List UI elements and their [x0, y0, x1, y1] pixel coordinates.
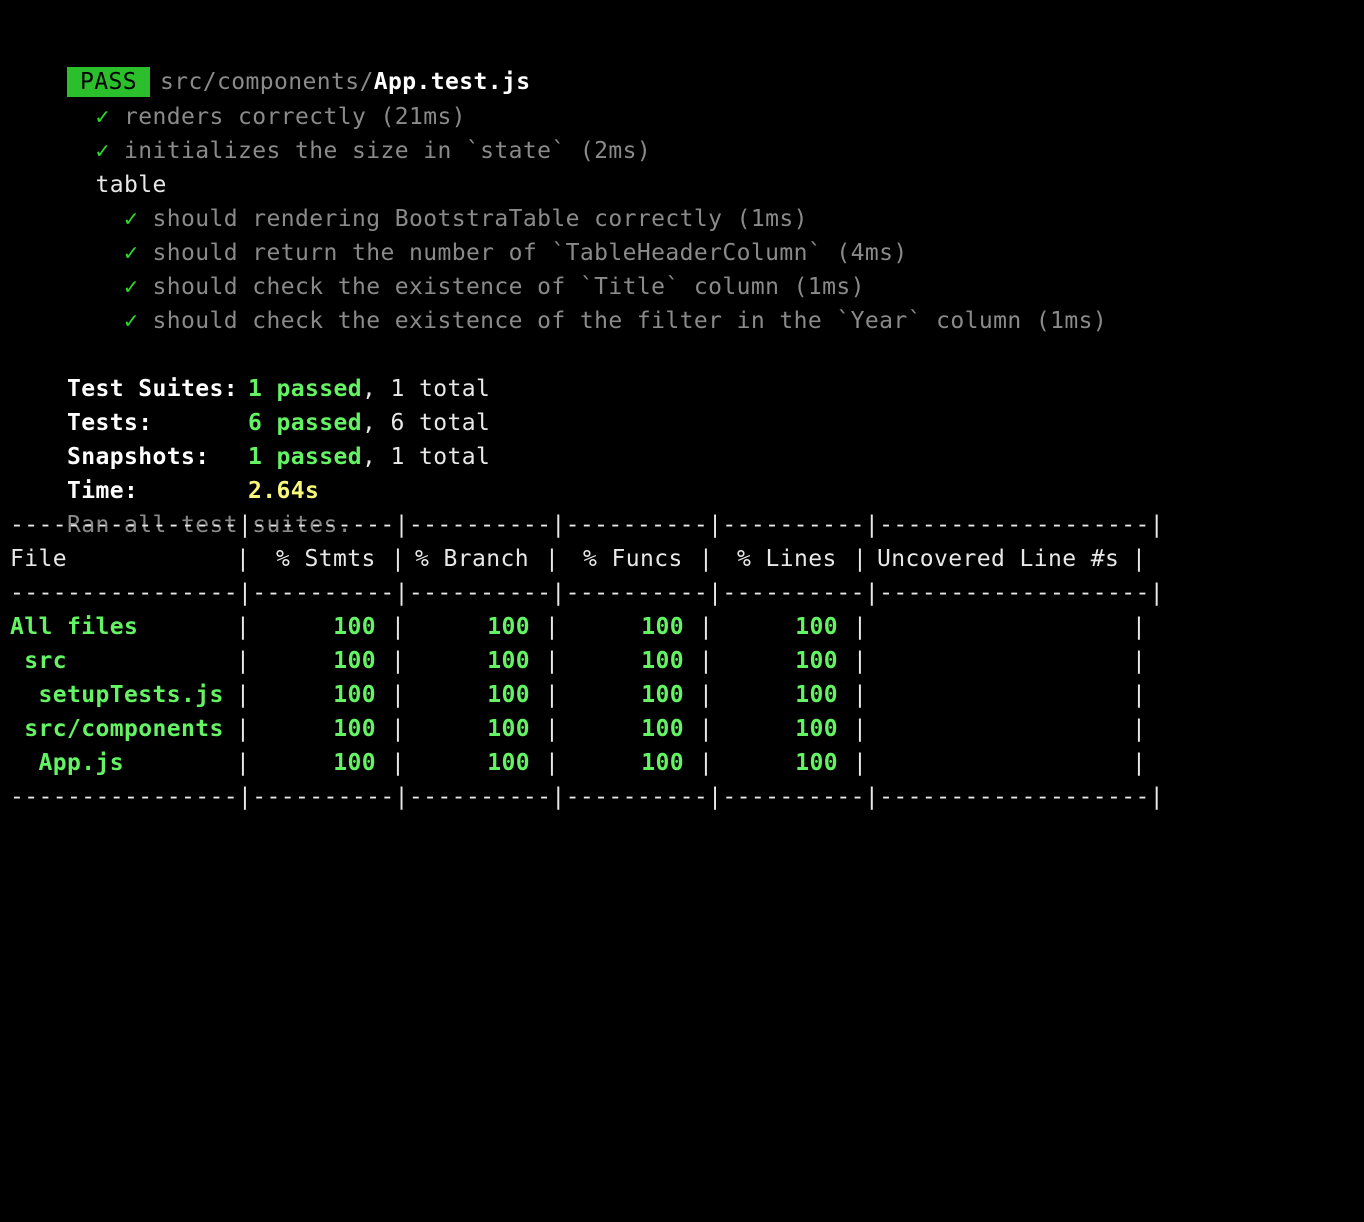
coverage-file: App.js — [10, 750, 124, 776]
header-lines: % Lines — [737, 546, 837, 572]
coverage-lines: 100 — [795, 648, 838, 674]
coverage-stmts: 100 — [333, 750, 376, 776]
coverage-funcs: 100 — [641, 716, 684, 742]
summary-total: , 1 total — [361, 444, 491, 470]
header-funcs: % Funcs — [583, 546, 683, 572]
header-file: File — [10, 546, 67, 572]
header-branch: % Branch — [415, 546, 529, 572]
coverage-lines: 100 — [795, 682, 838, 708]
coverage-lines: 100 — [795, 750, 838, 776]
coverage-stmts: 100 — [333, 682, 376, 708]
coverage-file: src/components — [10, 716, 224, 742]
coverage-stmts: 100 — [333, 648, 376, 674]
summary-time: Time: 2.64s — [10, 440, 319, 504]
summary-tests: Tests: 6 passed, 6 total — [10, 372, 490, 436]
coverage-funcs: 100 — [641, 648, 684, 674]
coverage-stmts: 100 — [333, 614, 376, 640]
test-name: should check the existence of the filter… — [152, 308, 1108, 334]
coverage-stmts: 100 — [333, 716, 376, 742]
test-result: ✓ initializes the size in `state` (2ms) — [10, 100, 651, 164]
test-name: initializes the size in `state` (2ms) — [124, 138, 652, 164]
test-result: ✓ renders correctly (21ms) — [10, 66, 466, 130]
coverage-branch: 100 — [487, 614, 530, 640]
coverage-header-row: File | % Stmts | % Branch | % Funcs | % … — [10, 542, 1160, 576]
coverage-branch: 100 — [487, 716, 530, 742]
coverage-branch: 100 — [487, 648, 530, 674]
coverage-branch: 100 — [487, 682, 530, 708]
terminal-window[interactable]: PASS src/components/App.test.js ✓ renders… — [0, 0, 1364, 840]
coverage-row: App.js | 100 | 100 | 100 | 100 | | — [10, 746, 1160, 780]
test-result: ✓ should check the existence of `Title` … — [10, 236, 865, 300]
header-stmts: % Stmts — [276, 546, 376, 572]
ran-all-message: Ran all test suites. — [10, 474, 352, 538]
test-result: ✓ should return the number of `TableHead… — [10, 202, 908, 266]
coverage-rule: ----------------|----------|----------|-… — [10, 580, 1165, 606]
test-result: ✓ should check the existence of the filt… — [10, 270, 1107, 334]
summary-test-suites: Test Suites: 1 passed, 1 total — [10, 338, 490, 402]
coverage-funcs: 100 — [641, 682, 684, 708]
coverage-branch: 100 — [487, 750, 530, 776]
check-icon: ✓ — [124, 308, 139, 334]
coverage-rule: ----------------|----------|----------|-… — [10, 784, 1165, 810]
coverage-file: All files — [10, 614, 139, 640]
describe-group-title: table — [10, 134, 167, 198]
summary-snapshots: Snapshots: 1 passed, 1 total — [10, 406, 490, 470]
coverage-row: src | 100 | 100 | 100 | 100 | | — [10, 644, 1160, 678]
coverage-row: src/components | 100 | 100 | 100 | 100 |… — [10, 712, 1160, 746]
coverage-funcs: 100 — [641, 750, 684, 776]
coverage-row: setupTests.js | 100 | 100 | 100 | 100 | … — [10, 678, 1160, 712]
test-result: ✓ should rendering BootstraTable correct… — [10, 168, 808, 232]
coverage-lines: 100 — [795, 614, 838, 640]
coverage-lines: 100 — [795, 716, 838, 742]
coverage-rule: ----------------|----------|----------|-… — [10, 512, 1165, 538]
coverage-funcs: 100 — [641, 614, 684, 640]
coverage-row: All files | 100 | 100 | 100 | 100 | | — [10, 610, 1160, 644]
header-uncovered: Uncovered Line #s — [877, 546, 1120, 572]
coverage-file: src — [10, 648, 67, 674]
coverage-file: setupTests.js — [10, 682, 224, 708]
test-file-header: PASS src/components/App.test.js — [10, 31, 530, 97]
